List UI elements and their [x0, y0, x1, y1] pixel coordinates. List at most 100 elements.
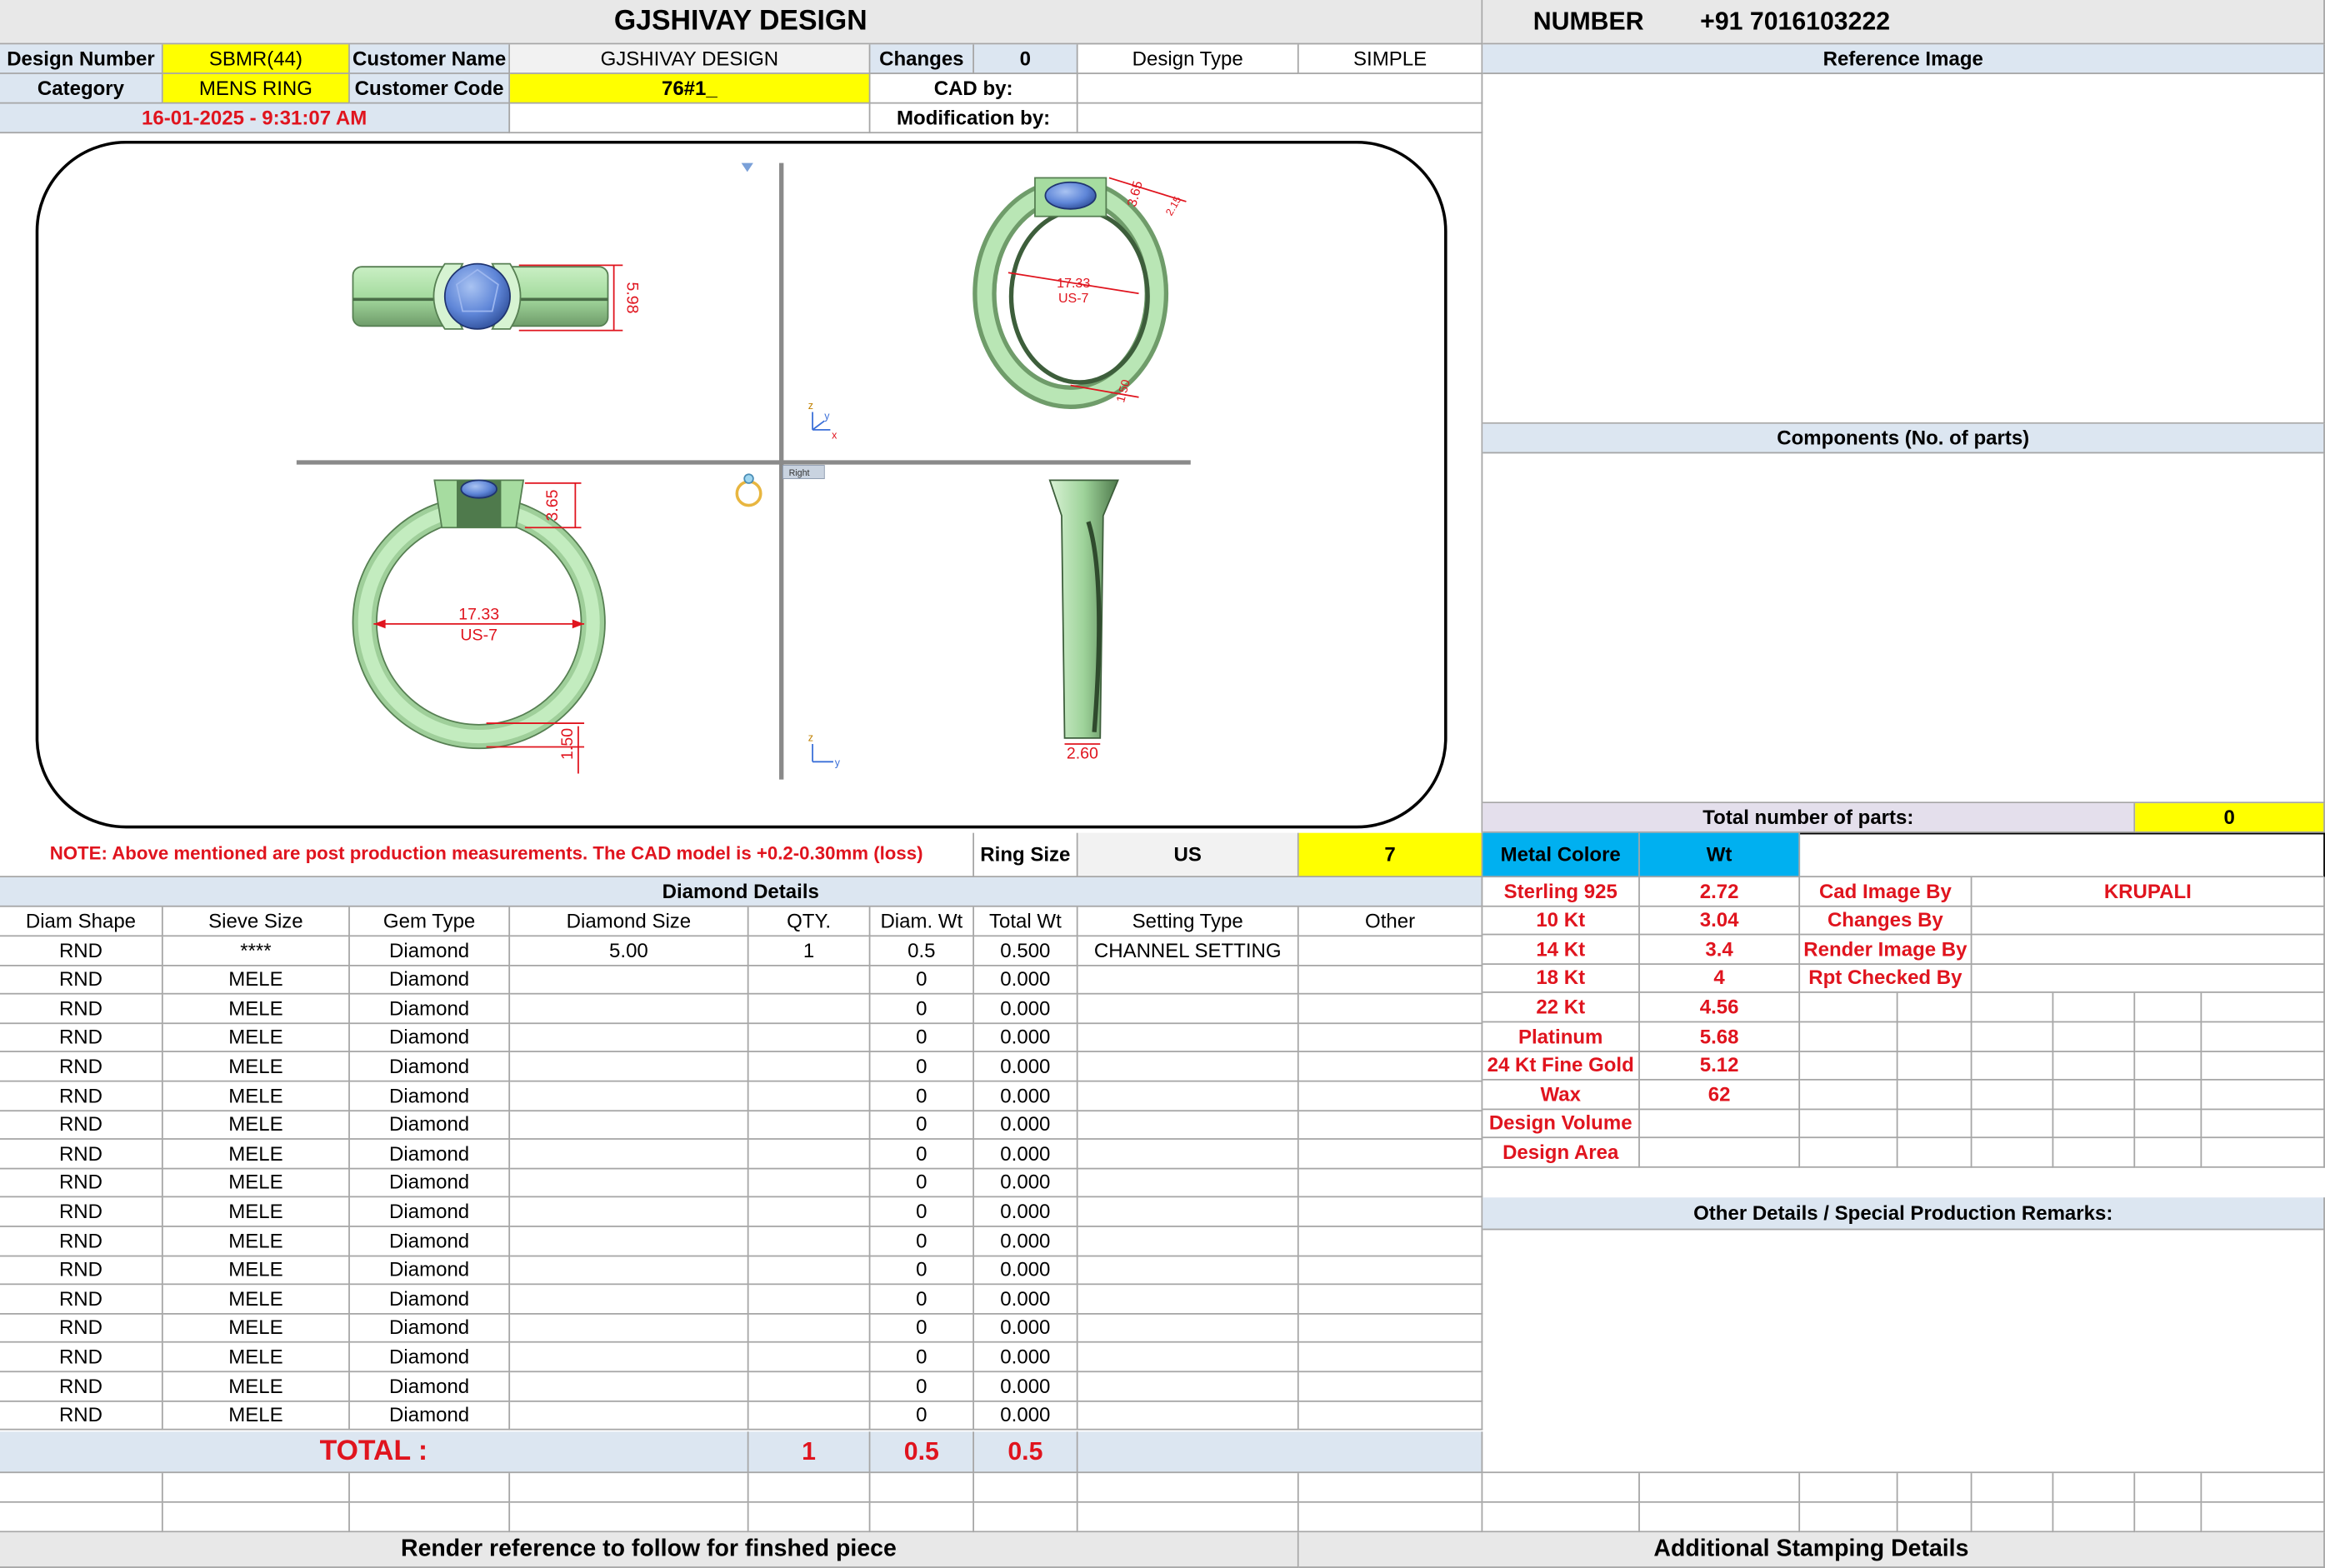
diamond-cell-setting-type[interactable] — [1078, 1111, 1299, 1141]
diamond-cell-total-wt[interactable]: 0.000 — [974, 1401, 1078, 1431]
diamond-cell-diam-wt[interactable]: 0 — [870, 1372, 975, 1402]
diamond-cell-diam-wt[interactable]: 0 — [870, 1111, 975, 1141]
diamond-cell-sieve-size[interactable]: MELE — [162, 1023, 350, 1053]
diamond-cell-diam-shape[interactable]: RND — [0, 994, 163, 1024]
ring-size-value[interactable]: 7 — [1298, 832, 1483, 878]
diamond-cell-setting-type[interactable] — [1078, 966, 1299, 995]
diamond-cell-setting-type[interactable]: CHANNEL SETTING — [1078, 936, 1299, 966]
diamond-cell-diam-wt[interactable]: 0 — [870, 1285, 975, 1315]
metal-wt[interactable] — [1639, 1138, 1801, 1168]
diamond-cell-qty[interactable] — [748, 1285, 871, 1315]
diamond-cell-other[interactable] — [1298, 1343, 1483, 1373]
diamond-cell-setting-type[interactable] — [1078, 1169, 1299, 1198]
diamond-cell-diam-shape[interactable]: RND — [0, 966, 163, 995]
diamond-cell-diam-wt[interactable]: 0 — [870, 1140, 975, 1170]
diamond-cell-diam-shape[interactable]: RND — [0, 1256, 163, 1286]
diamond-cell-gem-type[interactable]: Diamond — [349, 1256, 511, 1286]
diamond-cell-gem-type[interactable]: Diamond — [349, 1140, 511, 1170]
diamond-cell-total-wt[interactable]: 0.000 — [974, 1314, 1078, 1344]
diamond-cell-sieve-size[interactable]: MELE — [162, 1197, 350, 1227]
diamond-cell-diam-wt[interactable]: 0.5 — [870, 936, 975, 966]
diamond-cell-setting-type[interactable] — [1078, 1343, 1299, 1373]
diamond-cell-other[interactable] — [1298, 1081, 1483, 1111]
cad-by-field[interactable] — [1078, 73, 1483, 104]
modification-by-field[interactable] — [1078, 103, 1483, 134]
diamond-cell-setting-type[interactable] — [1078, 1401, 1299, 1431]
metal-wt[interactable]: 5.12 — [1639, 1051, 1801, 1081]
diamond-cell-qty[interactable] — [748, 1111, 871, 1141]
diamond-cell-total-wt[interactable]: 0.000 — [974, 966, 1078, 995]
diamond-cell-qty[interactable] — [748, 1052, 871, 1082]
diamond-cell-sieve-size[interactable]: MELE — [162, 1401, 350, 1431]
diamond-cell-diamond-size[interactable] — [510, 994, 749, 1024]
metal-wt[interactable]: 62 — [1639, 1081, 1801, 1110]
diamond-cell-sieve-size[interactable]: MELE — [162, 1052, 350, 1082]
diamond-cell-gem-type[interactable]: Diamond — [349, 1314, 511, 1344]
diamond-cell-total-wt[interactable]: 0.000 — [974, 994, 1078, 1024]
diamond-cell-setting-type[interactable] — [1078, 1023, 1299, 1053]
credit-value[interactable] — [1972, 964, 2325, 994]
diamond-cell-diam-shape[interactable]: RND — [0, 1226, 163, 1256]
diamond-cell-diam-wt[interactable]: 0 — [870, 994, 975, 1024]
diamond-cell-gem-type[interactable]: Diamond — [349, 1343, 511, 1373]
diamond-cell-qty[interactable]: 1 — [748, 936, 871, 966]
diamond-cell-total-wt[interactable]: 0.000 — [974, 1081, 1078, 1111]
diamond-cell-total-wt[interactable]: 0.000 — [974, 1372, 1078, 1402]
diamond-cell-gem-type[interactable]: Diamond — [349, 1111, 511, 1141]
diamond-cell-gem-type[interactable]: Diamond — [349, 1285, 511, 1315]
diamond-cell-diamond-size[interactable] — [510, 1081, 749, 1111]
metal-wt[interactable]: 3.04 — [1639, 906, 1801, 936]
diamond-cell-qty[interactable] — [748, 1256, 871, 1286]
diamond-cell-diam-shape[interactable]: RND — [0, 1197, 163, 1227]
credit-value[interactable]: KRUPALI — [1972, 877, 2325, 906]
diamond-cell-diamond-size[interactable] — [510, 1169, 749, 1198]
diamond-cell-diamond-size[interactable]: 5.00 — [510, 936, 749, 966]
diamond-cell-sieve-size[interactable]: MELE — [162, 1256, 350, 1286]
diamond-cell-qty[interactable] — [748, 1023, 871, 1053]
diamond-cell-other[interactable] — [1298, 1111, 1483, 1141]
diamond-cell-other[interactable] — [1298, 1314, 1483, 1344]
diamond-cell-setting-type[interactable] — [1078, 1285, 1299, 1315]
diamond-cell-other[interactable] — [1298, 936, 1483, 966]
diamond-cell-other[interactable] — [1298, 1285, 1483, 1315]
diamond-cell-diamond-size[interactable] — [510, 966, 749, 995]
diamond-cell-total-wt[interactable]: 0.000 — [974, 1140, 1078, 1170]
diamond-cell-setting-type[interactable] — [1078, 1314, 1299, 1344]
diamond-cell-other[interactable] — [1298, 1169, 1483, 1198]
diamond-cell-gem-type[interactable]: Diamond — [349, 994, 511, 1024]
diamond-cell-qty[interactable] — [748, 1140, 871, 1170]
diamond-cell-diam-shape[interactable]: RND — [0, 1081, 163, 1111]
diamond-cell-qty[interactable] — [748, 966, 871, 995]
diamond-cell-diam-wt[interactable]: 0 — [870, 1023, 975, 1053]
diamond-cell-other[interactable] — [1298, 966, 1483, 995]
diamond-cell-other[interactable] — [1298, 1256, 1483, 1286]
diamond-cell-diamond-size[interactable] — [510, 1401, 749, 1431]
diamond-cell-diam-shape[interactable]: RND — [0, 1285, 163, 1315]
diamond-cell-other[interactable] — [1298, 1052, 1483, 1082]
category-field[interactable]: MENS RING — [162, 73, 350, 104]
diamond-cell-diamond-size[interactable] — [510, 1111, 749, 1141]
diamond-cell-total-wt[interactable]: 0.000 — [974, 1023, 1078, 1053]
diamond-cell-setting-type[interactable] — [1078, 1081, 1299, 1111]
diamond-cell-other[interactable] — [1298, 1226, 1483, 1256]
diamond-cell-setting-type[interactable] — [1078, 994, 1299, 1024]
diamond-cell-diam-wt[interactable]: 0 — [870, 1401, 975, 1431]
diamond-cell-other[interactable] — [1298, 1401, 1483, 1431]
diamond-cell-diam-wt[interactable]: 0 — [870, 1197, 975, 1227]
diamond-cell-gem-type[interactable]: Diamond — [349, 1226, 511, 1256]
customer-code-field[interactable]: 76#1_ — [510, 73, 871, 104]
diamond-cell-diam-wt[interactable]: 0 — [870, 1169, 975, 1198]
diamond-cell-diamond-size[interactable] — [510, 1343, 749, 1373]
other-details-area[interactable] — [1482, 1230, 2325, 1474]
diamond-cell-diamond-size[interactable] — [510, 1256, 749, 1286]
diamond-cell-total-wt[interactable]: 0.000 — [974, 1169, 1078, 1198]
diamond-cell-diam-shape[interactable]: RND — [0, 1372, 163, 1402]
diamond-cell-diam-wt[interactable]: 0 — [870, 1052, 975, 1082]
diamond-cell-diam-shape[interactable]: RND — [0, 1343, 163, 1373]
diamond-cell-qty[interactable] — [748, 1169, 871, 1198]
diamond-cell-gem-type[interactable]: Diamond — [349, 966, 511, 995]
diamond-cell-qty[interactable] — [748, 994, 871, 1024]
diamond-cell-setting-type[interactable] — [1078, 1197, 1299, 1227]
diamond-cell-diam-wt[interactable]: 0 — [870, 1314, 975, 1344]
total-parts-value[interactable]: 0 — [2135, 803, 2325, 833]
